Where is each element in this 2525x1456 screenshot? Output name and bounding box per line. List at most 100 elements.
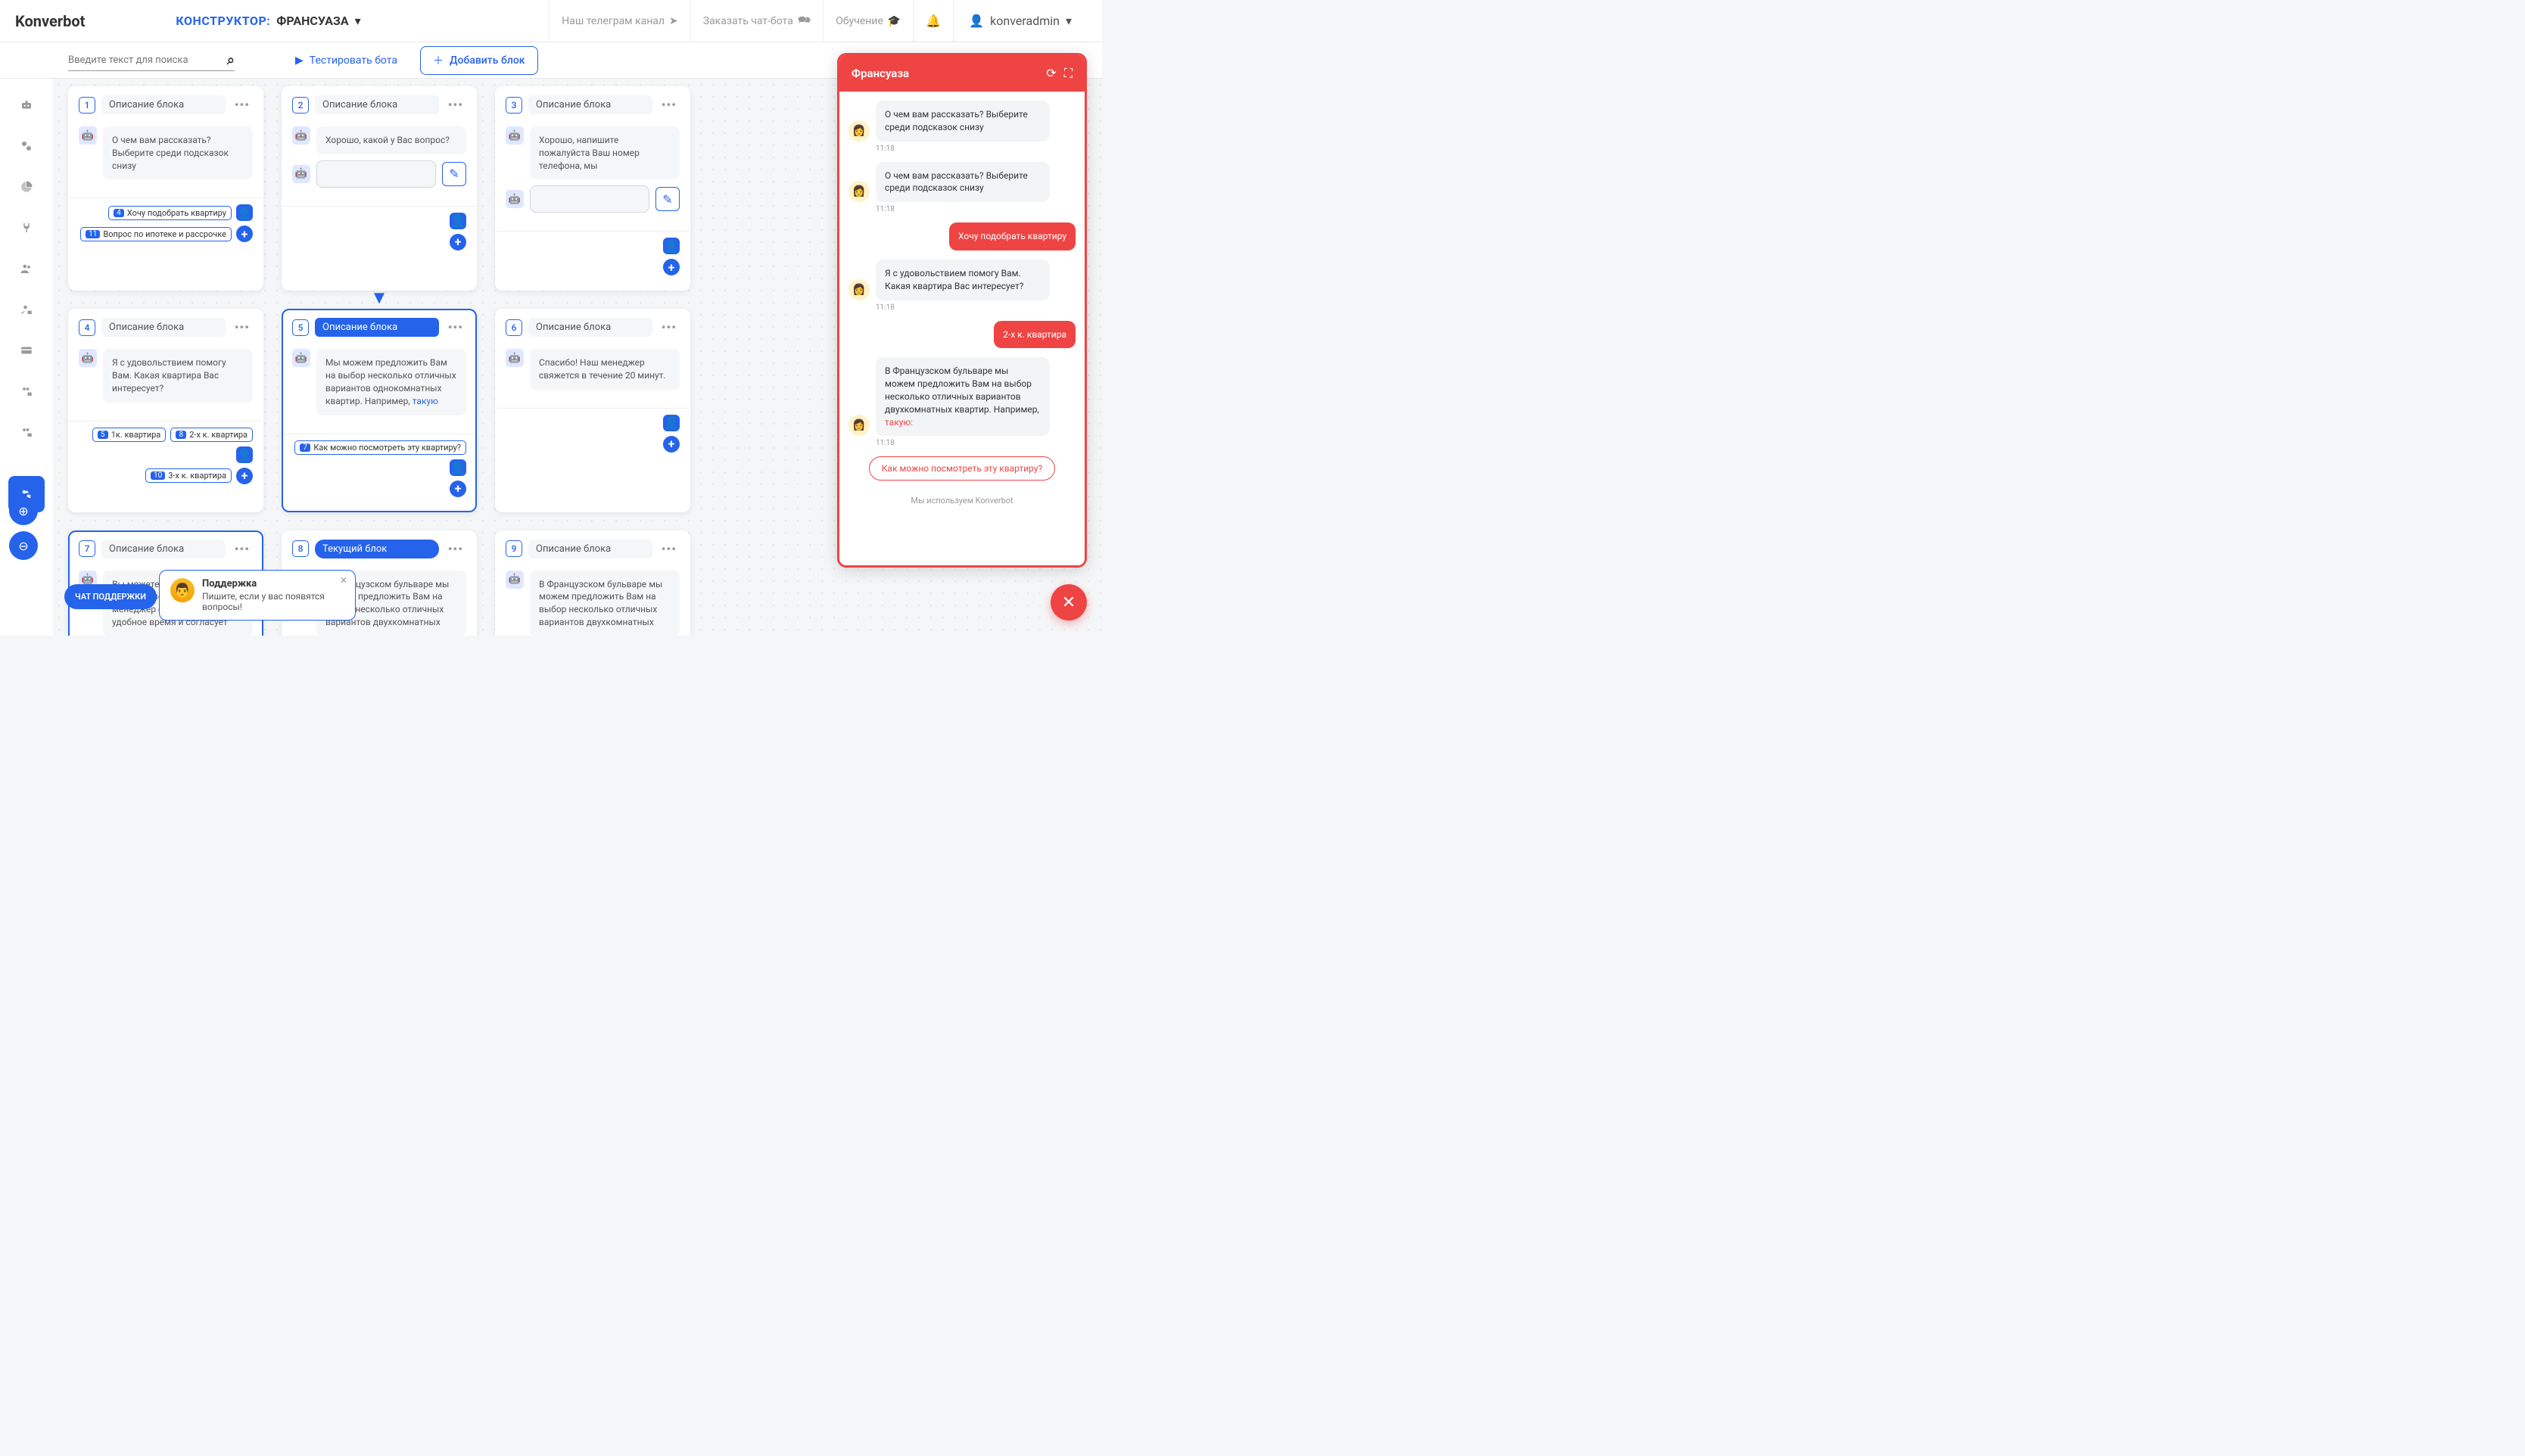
add-choice-button[interactable]: +	[450, 234, 466, 250]
add-choice-button[interactable]: +	[663, 436, 680, 453]
user-icon: 👤	[663, 238, 680, 254]
zoom-out-button[interactable]: ⊖	[9, 531, 38, 560]
chat-body[interactable]: 👩 О чем вам рассказать? Выберите среди п…	[839, 92, 1085, 565]
edit-button[interactable]: ✎	[442, 162, 466, 186]
chat-suggestion-button[interactable]: Как можно посмотреть эту квартиру?	[869, 456, 1055, 481]
block-3[interactable]: 3 Описание блока ••• 🤖 Хорошо, напишите …	[495, 86, 690, 291]
block-menu[interactable]: •••	[232, 98, 253, 112]
add-choice-button[interactable]: +	[450, 481, 466, 497]
block-menu[interactable]: •••	[445, 320, 466, 334]
plus-icon: ＋	[433, 53, 444, 68]
input-field[interactable]	[316, 160, 436, 188]
choice-tag[interactable]: 4Хочу подобрать квартиру	[108, 206, 232, 220]
choice-label: Как можно посмотреть эту квартиру?	[313, 443, 461, 453]
add-block-button[interactable]: ＋ Добавить блок	[420, 46, 538, 75]
block-message: О чем вам рассказать? Выберите среди под…	[103, 126, 253, 179]
block-4[interactable]: 4 Описание блока ••• 🤖 Я с удовольствием…	[68, 309, 263, 512]
test-bot-button[interactable]: ▶ Тестировать бота	[295, 54, 397, 67]
users-lock-icon	[20, 384, 33, 398]
block-1[interactable]: 1 Описание блока ••• 🤖 О чем вам рассказ…	[68, 86, 263, 291]
bot-message: О чем вам рассказать? Выберите среди под…	[876, 101, 1050, 142]
user-lock-icon	[20, 303, 33, 316]
robot-icon: 🤖	[506, 571, 524, 589]
order-icon: 🗪	[798, 12, 811, 30]
add-block-label: Добавить блок	[450, 54, 525, 67]
block-5[interactable]: 5 Описание блока ••• 🤖 Мы можем предложи…	[282, 309, 477, 512]
support-badge[interactable]: ЧАТ ПОДДЕРЖКИ	[64, 584, 157, 609]
user-icon: 👤	[236, 446, 253, 463]
chevron-down-icon[interactable]: ▾	[355, 14, 361, 28]
add-choice-button[interactable]: +	[663, 259, 680, 275]
block-menu[interactable]: •••	[658, 320, 680, 334]
search-icon[interactable]: ⌕	[227, 52, 235, 68]
choice-num: 5	[98, 431, 108, 439]
block-title[interactable]: Описание блока	[528, 318, 652, 337]
choice-tag[interactable]: 7Как можно посмотреть эту квартиру?	[294, 440, 466, 455]
choice-tag[interactable]: 82-х к. квартира	[170, 428, 253, 442]
robot-icon: 🤖	[506, 190, 524, 208]
add-choice-button[interactable]: +	[236, 468, 253, 484]
constructor-title[interactable]: КОНСТРУКТОР: ФРАНСУАЗА ▾	[176, 14, 360, 28]
user-icon: 👤	[236, 204, 253, 221]
user-menu[interactable]: 👤 konveradmin ▾	[953, 0, 1087, 42]
robot-icon: 🤖	[79, 126, 97, 145]
choice-tag[interactable]: 51к. квартира	[92, 428, 167, 442]
block-title[interactable]: Описание блока	[101, 318, 226, 337]
block-menu[interactable]: •••	[445, 542, 466, 556]
chat-title: Франсуаза	[852, 67, 909, 80]
support-avatar: 👨	[170, 578, 195, 602]
edit-button[interactable]: ✎	[655, 187, 680, 211]
sidebar-bot[interactable]	[8, 87, 45, 123]
refresh-icon[interactable]: ⟳	[1046, 66, 1056, 81]
block-title[interactable]: Описание блока	[101, 95, 226, 114]
block-6[interactable]: 6 Описание блока ••• 🤖 Спасибо! Наш мене…	[495, 309, 690, 512]
close-icon[interactable]: ✕	[340, 575, 347, 586]
choice-tag[interactable]: 103-х к. квартира	[145, 468, 232, 483]
robot-icon: 🤖	[506, 349, 524, 367]
block-title[interactable]: Описание блока	[315, 318, 439, 337]
bot-avatar: 👩	[848, 415, 870, 436]
block-menu[interactable]: •••	[658, 98, 680, 112]
block-menu[interactable]: •••	[445, 98, 466, 112]
robot-icon: 🤖	[292, 349, 310, 367]
sidebar-users[interactable]	[8, 250, 45, 287]
telegram-link[interactable]: Наш телеграм канал ➤	[549, 0, 690, 42]
expand-icon[interactable]: ⛶	[1064, 66, 1073, 81]
add-choice-button[interactable]: +	[236, 226, 253, 242]
chat-close-button[interactable]: ✕	[1051, 584, 1087, 621]
block-9[interactable]: 9 Описание блока ••• 🤖 В Французском бул…	[495, 530, 690, 636]
training-link[interactable]: Обучение 🎓	[823, 0, 913, 42]
message-time: 11:18	[876, 439, 1076, 447]
sidebar-roles-1[interactable]	[8, 373, 45, 409]
block-title[interactable]: Описание блока	[528, 540, 652, 558]
bot-avatar: 👩	[848, 120, 870, 142]
block-menu[interactable]: •••	[232, 320, 253, 334]
sidebar-integrations[interactable]	[8, 210, 45, 246]
sidebar-access[interactable]	[8, 291, 45, 328]
sidebar-analytics[interactable]	[8, 169, 45, 205]
robot-icon: 🤖	[292, 165, 310, 183]
block-title[interactable]: Описание блока	[101, 540, 226, 558]
block-2[interactable]: 2 Описание блока ••• 🤖 Хорошо, какой у В…	[282, 86, 477, 291]
block-title[interactable]: Описание блока	[528, 95, 652, 114]
bell-icon: 🔔	[926, 14, 941, 28]
notification-bell[interactable]: 🔔	[913, 0, 953, 42]
order-bot-link[interactable]: Заказать чат-бота 🗪	[690, 0, 824, 42]
block-menu[interactable]: •••	[658, 542, 680, 556]
choice-tag[interactable]: 11Вопрос по ипотеке и рассрочке	[80, 227, 232, 241]
sidebar-settings[interactable]	[8, 128, 45, 164]
message-time: 11:18	[876, 303, 1076, 312]
block-menu[interactable]: •••	[232, 542, 253, 556]
message-time: 11:18	[876, 205, 1076, 213]
logo: Konverbot	[15, 12, 85, 30]
choice-label: 1к. квартира	[111, 430, 161, 440]
block-title-current[interactable]: Текущий блок	[315, 540, 439, 558]
sidebar-roles-2[interactable]	[8, 414, 45, 450]
zoom-in-button[interactable]: ⊕	[9, 496, 38, 525]
sidebar-billing[interactable]	[8, 332, 45, 369]
input-field[interactable]	[530, 185, 649, 213]
block-message: Мы можем предложить Вам на выбор несколь…	[316, 349, 466, 415]
block-title[interactable]: Описание блока	[315, 95, 439, 114]
block-number: 4	[79, 319, 95, 336]
search-input[interactable]	[68, 50, 221, 70]
